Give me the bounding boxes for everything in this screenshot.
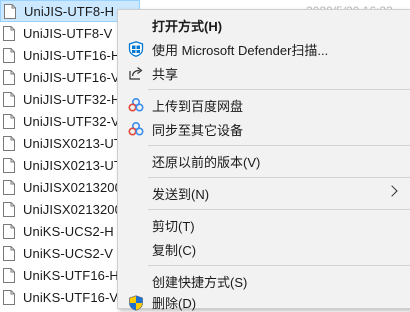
menu-label: 发送到(N) [152, 186, 210, 202]
menu-label: 共享 [152, 66, 179, 82]
file-name: UniJISX0213-UT [23, 135, 122, 151]
menu-item-share[interactable]: 共享 [118, 61, 410, 85]
file-name: UniKS-UCS2-H [23, 223, 114, 239]
file-icon [3, 245, 15, 261]
menu-item-open-with[interactable]: 打开方式(H) [118, 13, 410, 37]
menu-item-cut[interactable]: 剪切(T) [118, 213, 410, 237]
menu-label: 打开方式(H) [152, 18, 223, 34]
file-icon [3, 289, 15, 305]
menu-item-delete[interactable]: 删除(D) [118, 293, 410, 311]
file-icon [3, 267, 15, 283]
baidu-netdisk-icon [127, 96, 145, 114]
menu-label: 上传到百度网盘 [152, 98, 244, 114]
menu-label: 还原以前的版本(V) [152, 154, 261, 170]
file-name: UniJIS-UTF16-H [23, 47, 121, 63]
menu-item-restore-version[interactable]: 还原以前的版本(V) [118, 149, 410, 173]
file-name: UniKS-UCS2-V [23, 245, 114, 261]
file-icon [3, 135, 15, 151]
file-name: UniJIS-UTF8-V [23, 25, 113, 41]
file-name: UniJISX0213200 [23, 201, 122, 217]
file-name: UniJIS-UTF8-H [24, 3, 115, 19]
file-name: UniJIS-UTF16-V [23, 69, 120, 85]
file-name: UniKS-UTF16-V [23, 289, 119, 305]
file-name: UniJISX0213-UT [23, 157, 122, 173]
file-icon [3, 25, 15, 41]
file-name: UniKS-UTF16-H [23, 267, 119, 283]
baidu-sync-icon [127, 120, 145, 138]
menu-label: 剪切(T) [152, 218, 195, 234]
menu-label: 创建快捷方式(S) [152, 274, 248, 290]
menu-separator [148, 209, 410, 210]
defender-shield-icon [127, 40, 145, 58]
file-name: UniJIS-UTF32-V [23, 113, 120, 129]
menu-separator [148, 145, 410, 146]
menu-item-upload-baidu[interactable]: 上传到百度网盘 [118, 93, 410, 117]
file-icon [3, 179, 15, 195]
menu-label: 使用 Microsoft Defender扫描... [152, 42, 329, 58]
file-name: UniJISX0213200 [23, 179, 122, 195]
menu-label: 复制(C) [152, 242, 197, 258]
menu-label: 删除(D) [152, 295, 197, 311]
file-icon [3, 157, 15, 173]
chevron-right-icon [386, 185, 398, 197]
menu-item-defender-scan[interactable]: 使用 Microsoft Defender扫描... [118, 37, 410, 61]
menu-label: 同步至其它设备 [152, 122, 244, 138]
file-icon [3, 223, 15, 239]
share-icon [127, 64, 145, 82]
menu-item-copy[interactable]: 复制(C) [118, 237, 410, 261]
menu-separator [148, 265, 410, 266]
file-icon [3, 47, 15, 63]
file-icon [3, 201, 15, 217]
menu-item-create-shortcut[interactable]: 创建快捷方式(S) [118, 269, 410, 293]
file-icon [3, 113, 15, 129]
file-icon [3, 69, 15, 85]
menu-item-send-to[interactable]: 发送到(N) [118, 181, 410, 205]
menu-item-sync-device[interactable]: 同步至其它设备 [118, 117, 410, 141]
file-icon [3, 91, 15, 107]
menu-separator [148, 177, 410, 178]
uac-shield-icon [127, 294, 145, 312]
menu-separator [148, 89, 410, 90]
context-menu: 打开方式(H) 使用 Microsoft Defender扫描... 共享 上传… [117, 9, 410, 311]
file-name: UniJIS-UTF32-H [23, 91, 121, 107]
file-icon [4, 3, 16, 19]
